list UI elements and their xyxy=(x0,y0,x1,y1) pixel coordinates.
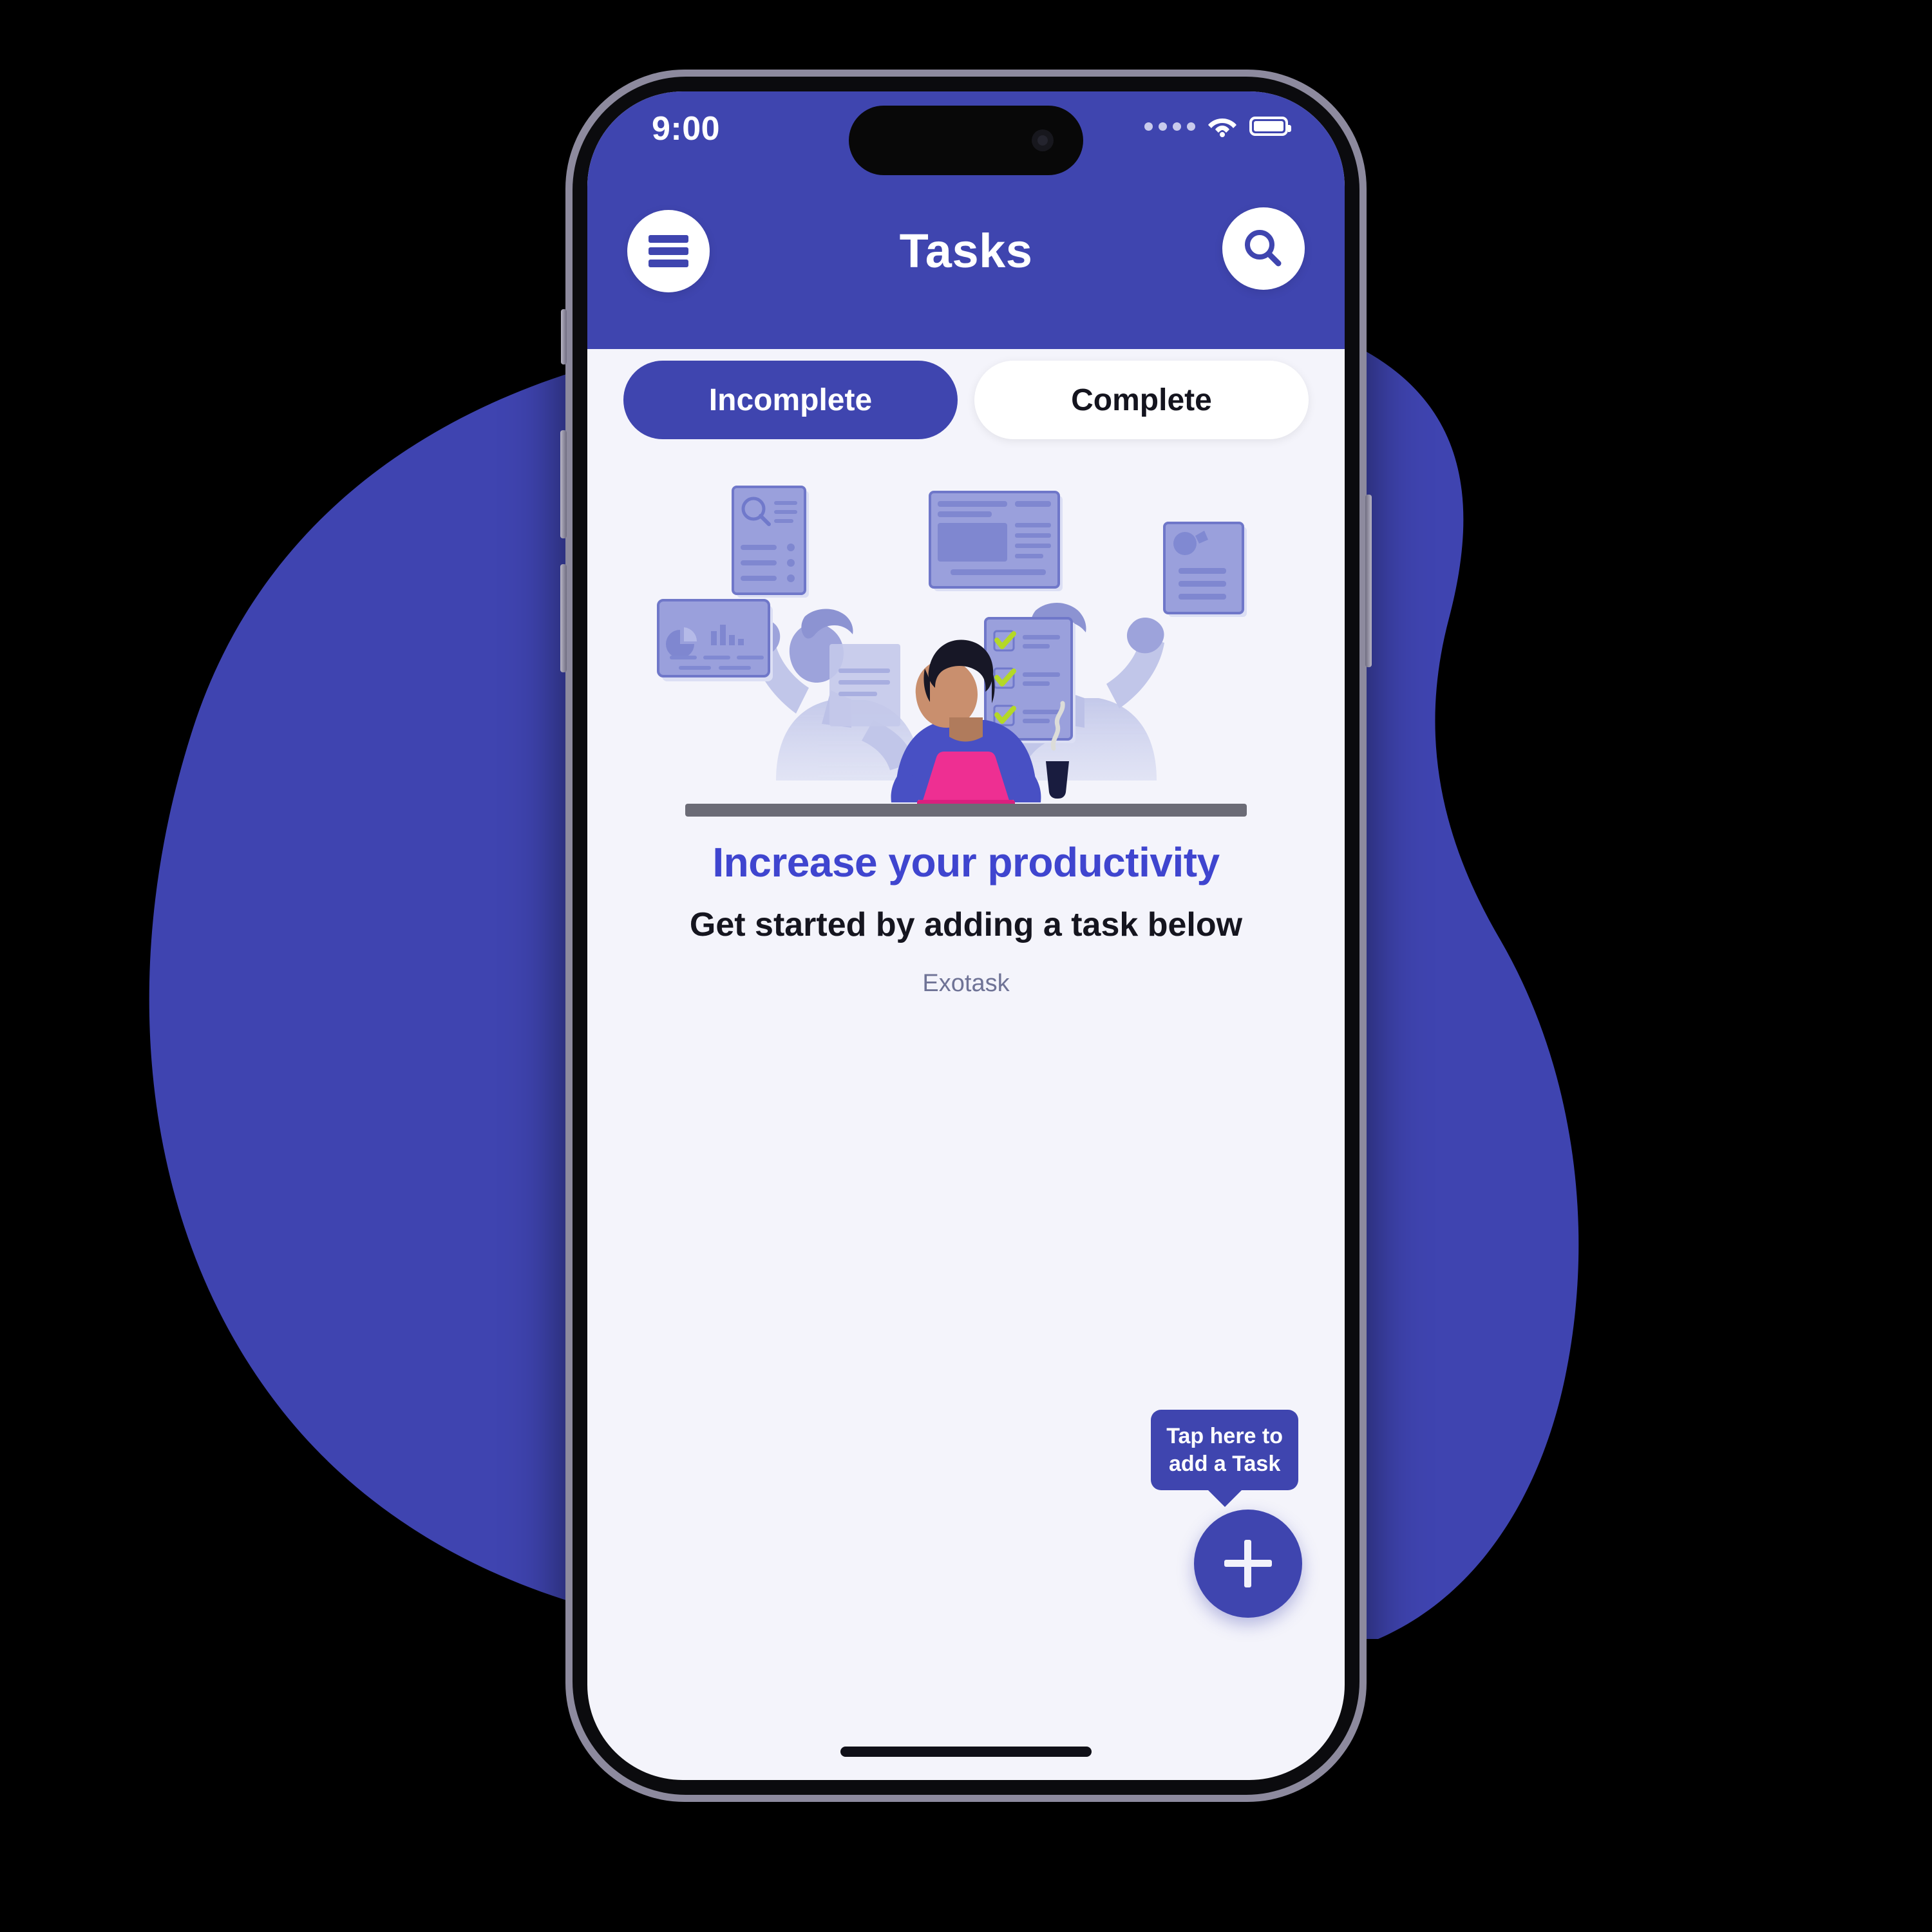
task-filter-tabs: Incomplete Complete xyxy=(587,361,1345,439)
tab-complete[interactable]: Complete xyxy=(974,361,1309,439)
status-bar-clock: 9:00 xyxy=(652,110,721,147)
illustration-card-paper xyxy=(829,644,900,726)
search-icon xyxy=(1245,230,1282,267)
add-task-fab[interactable] xyxy=(1194,1510,1302,1618)
wifi-icon xyxy=(1208,118,1236,137)
dynamic-island xyxy=(849,106,1083,175)
cellular-dots-icon xyxy=(1144,122,1195,131)
search-button[interactable] xyxy=(1222,207,1305,290)
phone-screen: 9:00 Tasks Incomplete Complete Increase … xyxy=(587,91,1345,1780)
illustration-card-profile xyxy=(1163,522,1247,617)
multitasking-productivity-illustration xyxy=(657,486,1247,817)
status-bar-indicators xyxy=(1144,115,1291,138)
empty-state-subhead: Get started by adding a task below xyxy=(689,906,1243,943)
illustration-card-dashboard xyxy=(657,599,773,681)
power-button[interactable] xyxy=(1365,495,1372,667)
tab-incomplete[interactable]: Incomplete xyxy=(623,361,958,439)
illustration-desk xyxy=(685,804,1247,817)
status-bar: 9:00 xyxy=(587,91,1345,175)
empty-state-copy: Increase your productivity Get started b… xyxy=(587,838,1345,998)
brand-label: Exotask xyxy=(922,970,1010,997)
home-indicator-bar[interactable] xyxy=(840,1747,1092,1757)
front-camera-icon xyxy=(1032,129,1054,151)
silent-switch-button[interactable] xyxy=(561,309,567,365)
volume-down-button[interactable] xyxy=(560,564,567,672)
phone-device: 9:00 Tasks Incomplete Complete Increase … xyxy=(560,70,1372,1802)
volume-up-button[interactable] xyxy=(560,430,567,538)
illustration-card-article xyxy=(929,491,1063,591)
illustration-card-search-doc xyxy=(732,486,809,598)
plus-icon xyxy=(1224,1540,1272,1587)
app-bar: 9:00 Tasks xyxy=(587,91,1345,349)
fab-tooltip: Tap here to add a Task xyxy=(1151,1410,1298,1490)
battery-full-icon xyxy=(1249,117,1291,136)
empty-state-headline: Increase your productivity xyxy=(712,839,1220,886)
navigation-bar: Tasks xyxy=(587,174,1345,341)
